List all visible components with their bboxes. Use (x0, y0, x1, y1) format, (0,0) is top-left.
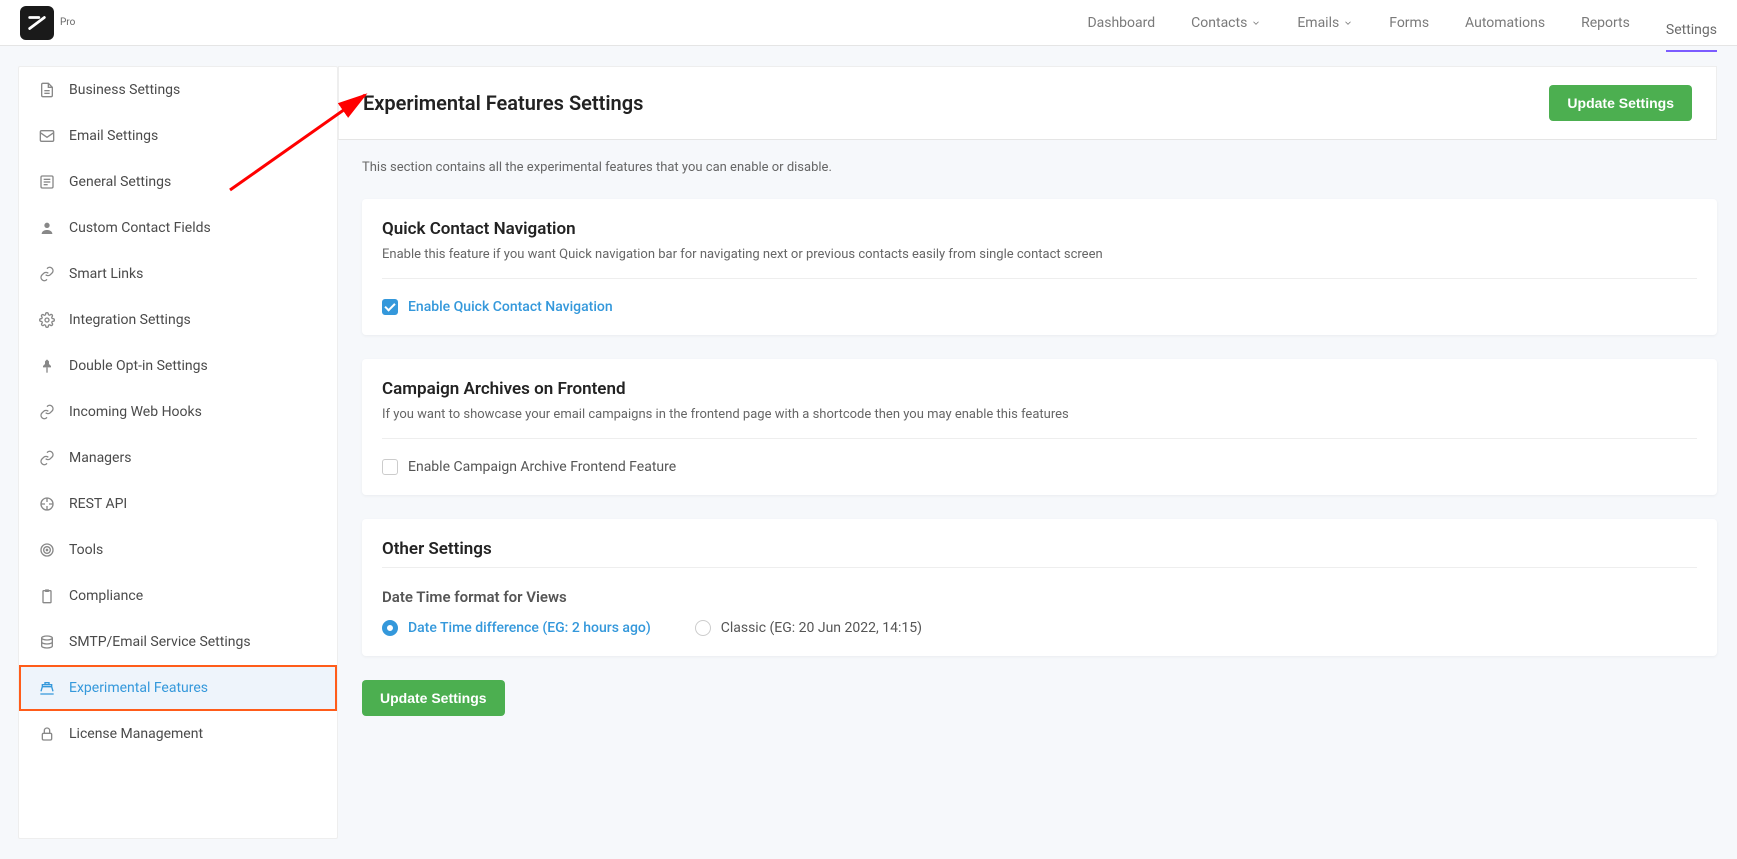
sidebar-item-license-management[interactable]: License Management (19, 711, 337, 757)
sidebar-item-label: Business Settings (69, 82, 180, 98)
pro-badge: Pro (60, 17, 75, 28)
logo-area: Pro (20, 6, 75, 40)
sidebar-item-tools[interactable]: Tools (19, 527, 337, 573)
api-icon (39, 496, 55, 512)
datetime-diff-radio[interactable]: Date Time difference (EG: 2 hours ago) (382, 620, 651, 636)
checkbox-icon (382, 459, 398, 475)
sidebar-item-label: Smart Links (69, 266, 143, 282)
nav-emails[interactable]: Emails (1297, 1, 1353, 45)
sidebar-item-label: SMTP/Email Service Settings (69, 634, 251, 650)
sidebar-item-label: Tools (69, 542, 103, 558)
card-title: Campaign Archives on Frontend (382, 379, 1697, 399)
intro-text: This section contains all the experiment… (362, 160, 1717, 175)
nav-label: Contacts (1191, 15, 1247, 31)
sidebar-item-compliance[interactable]: Compliance (19, 573, 337, 619)
card-title: Quick Contact Navigation (382, 219, 1697, 239)
chevron-down-icon (1251, 18, 1261, 28)
link-icon (39, 450, 55, 466)
sidebar-item-label: Incoming Web Hooks (69, 404, 202, 420)
radio-label: Date Time difference (EG: 2 hours ago) (408, 620, 651, 636)
nav-label: Automations (1465, 15, 1545, 31)
sidebar-item-incoming-web-hooks[interactable]: Incoming Web Hooks (19, 389, 337, 435)
stack-icon (39, 634, 55, 650)
sidebar-item-smart-links[interactable]: Smart Links (19, 251, 337, 297)
ship-icon (39, 680, 55, 696)
radio-icon (382, 620, 398, 636)
sidebar-item-general-settings[interactable]: General Settings (19, 159, 337, 205)
page-title: Experimental Features Settings (363, 91, 643, 115)
top-nav: Dashboard Contacts Emails Forms Automations R… (1087, 1, 1717, 45)
card-title: Other Settings (382, 539, 1697, 559)
sidebar-item-rest-api[interactable]: REST API (19, 481, 337, 527)
sidebar-item-label: Double Opt-in Settings (69, 358, 208, 374)
nav-dashboard[interactable]: Dashboard (1087, 1, 1155, 45)
card-description: Enable this feature if you want Quick na… (382, 247, 1697, 262)
sidebar-item-double-opt-in-settings[interactable]: Double Opt-in Settings (19, 343, 337, 389)
radio-label: Classic (EG: 20 Jun 2022, 14:15) (721, 620, 922, 636)
sidebar-item-label: Managers (69, 450, 131, 466)
main-content: Experimental Features Settings Update Se… (338, 66, 1717, 839)
sidebar-item-label: REST API (69, 496, 127, 512)
nav-reports[interactable]: Reports (1581, 1, 1630, 45)
sidebar-item-email-settings[interactable]: Email Settings (19, 113, 337, 159)
update-settings-button-top[interactable]: Update Settings (1549, 85, 1692, 121)
nav-label: Emails (1297, 15, 1339, 31)
enable-campaign-archive-checkbox[interactable]: Enable Campaign Archive Frontend Feature (382, 459, 1697, 475)
nav-label: Forms (1389, 15, 1429, 31)
sidebar-item-label: Email Settings (69, 128, 158, 144)
mail-icon (39, 128, 55, 144)
checkbox-icon (382, 299, 398, 315)
nav-label: Reports (1581, 15, 1630, 31)
nav-contacts[interactable]: Contacts (1191, 1, 1261, 45)
sidebar-item-label: Compliance (69, 588, 143, 604)
sidebar-item-custom-contact-fields[interactable]: Custom Contact Fields (19, 205, 337, 251)
content-header: Experimental Features Settings Update Se… (338, 66, 1717, 140)
datetime-classic-radio[interactable]: Classic (EG: 20 Jun 2022, 14:15) (695, 620, 922, 636)
campaign-archive-card: Campaign Archives on Frontend If you wan… (362, 359, 1717, 495)
nav-label: Settings (1666, 22, 1717, 38)
sidebar-item-managers[interactable]: Managers (19, 435, 337, 481)
sidebar-item-label: Custom Contact Fields (69, 220, 211, 236)
pushpin-icon (39, 358, 55, 374)
chevron-down-icon (1343, 18, 1353, 28)
lock-icon (39, 726, 55, 742)
datetime-format-label: Date Time format for Views (382, 588, 1697, 606)
enable-quick-nav-checkbox[interactable]: Enable Quick Contact Navigation (382, 299, 1697, 315)
clipboard-icon (39, 588, 55, 604)
radio-icon (695, 620, 711, 636)
update-settings-button-bottom[interactable]: Update Settings (362, 680, 505, 716)
top-header: Pro Dashboard Contacts Emails Forms Automati… (0, 0, 1737, 46)
nav-settings[interactable]: Settings (1666, 8, 1717, 52)
app-logo[interactable] (20, 6, 54, 40)
link-icon (39, 404, 55, 420)
sidebar-item-label: License Management (69, 726, 203, 742)
sidebar-item-business-settings[interactable]: Business Settings (19, 67, 337, 113)
sidebar-item-experimental-features[interactable]: Experimental Features (19, 665, 337, 711)
settings-sidebar: Business Settings Email Settings General S… (18, 66, 338, 839)
sidebar-item-label: Experimental Features (69, 680, 208, 696)
link-icon (39, 266, 55, 282)
card-description: If you want to showcase your email campa… (382, 407, 1697, 422)
nav-forms[interactable]: Forms (1389, 1, 1429, 45)
checkbox-label: Enable Campaign Archive Frontend Feature (408, 459, 676, 475)
checkbox-label: Enable Quick Contact Navigation (408, 299, 613, 315)
sidebar-item-label: Integration Settings (69, 312, 191, 328)
gear-icon (39, 312, 55, 328)
nav-label: Dashboard (1087, 15, 1155, 31)
sidebar-item-integration-settings[interactable]: Integration Settings (19, 297, 337, 343)
nav-automations[interactable]: Automations (1465, 1, 1545, 45)
person-icon (39, 220, 55, 236)
document-icon (39, 82, 55, 98)
target-icon (39, 542, 55, 558)
sidebar-item-smtp-email-service-settings[interactable]: SMTP/Email Service Settings (19, 619, 337, 665)
quick-nav-card: Quick Contact Navigation Enable this fea… (362, 199, 1717, 335)
other-settings-card: Other Settings Date Time format for View… (362, 519, 1717, 656)
sidebar-item-label: General Settings (69, 174, 171, 190)
list-icon (39, 174, 55, 190)
